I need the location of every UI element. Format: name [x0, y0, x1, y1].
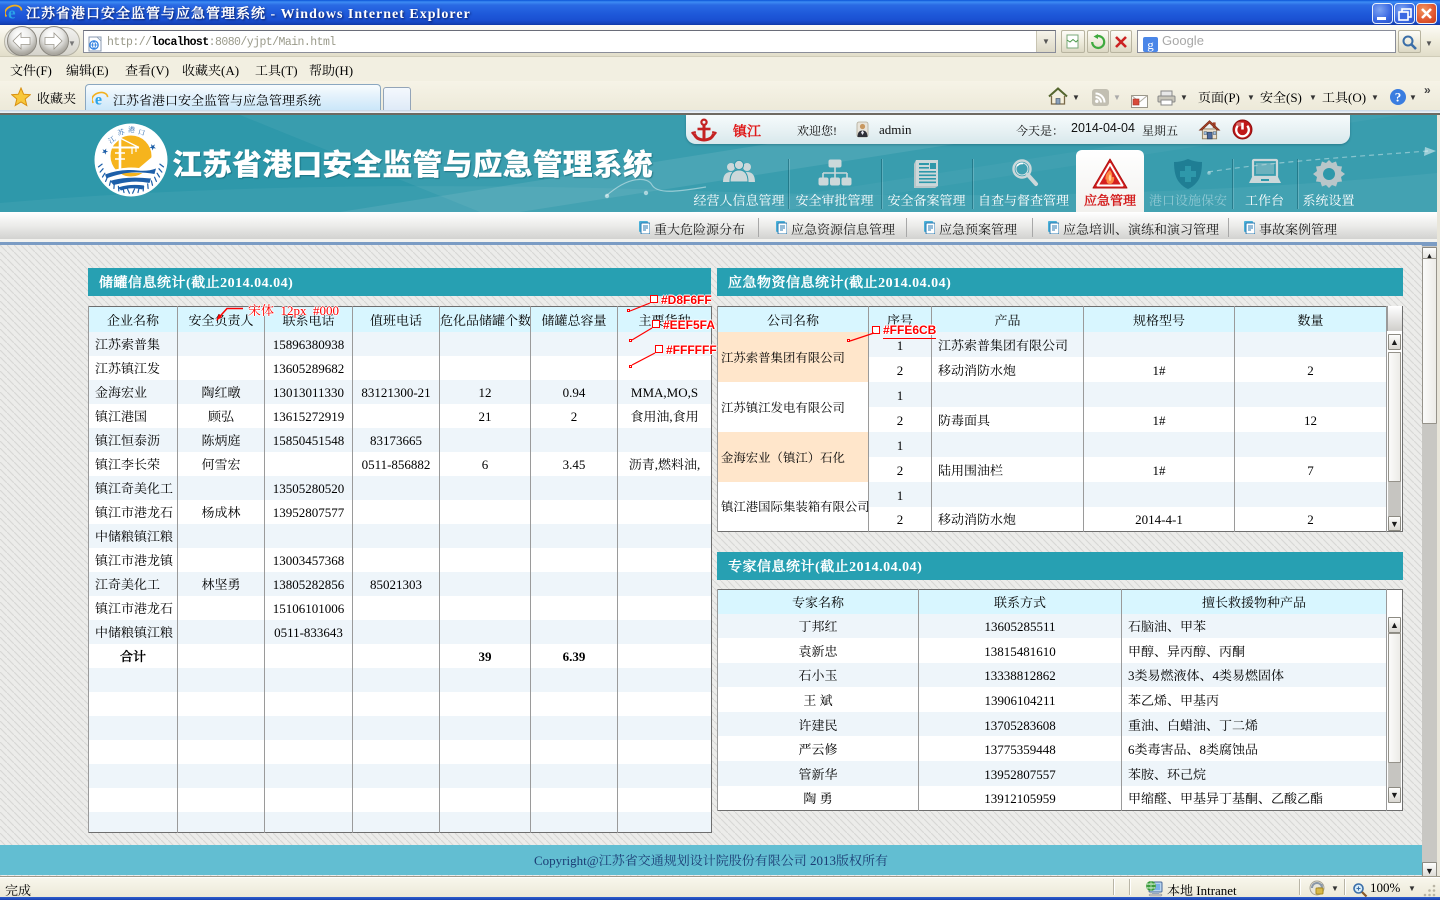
svg-text:g: g: [1147, 37, 1154, 52]
svg-text:港: 港: [128, 125, 135, 135]
svg-text:?: ?: [1395, 90, 1402, 105]
